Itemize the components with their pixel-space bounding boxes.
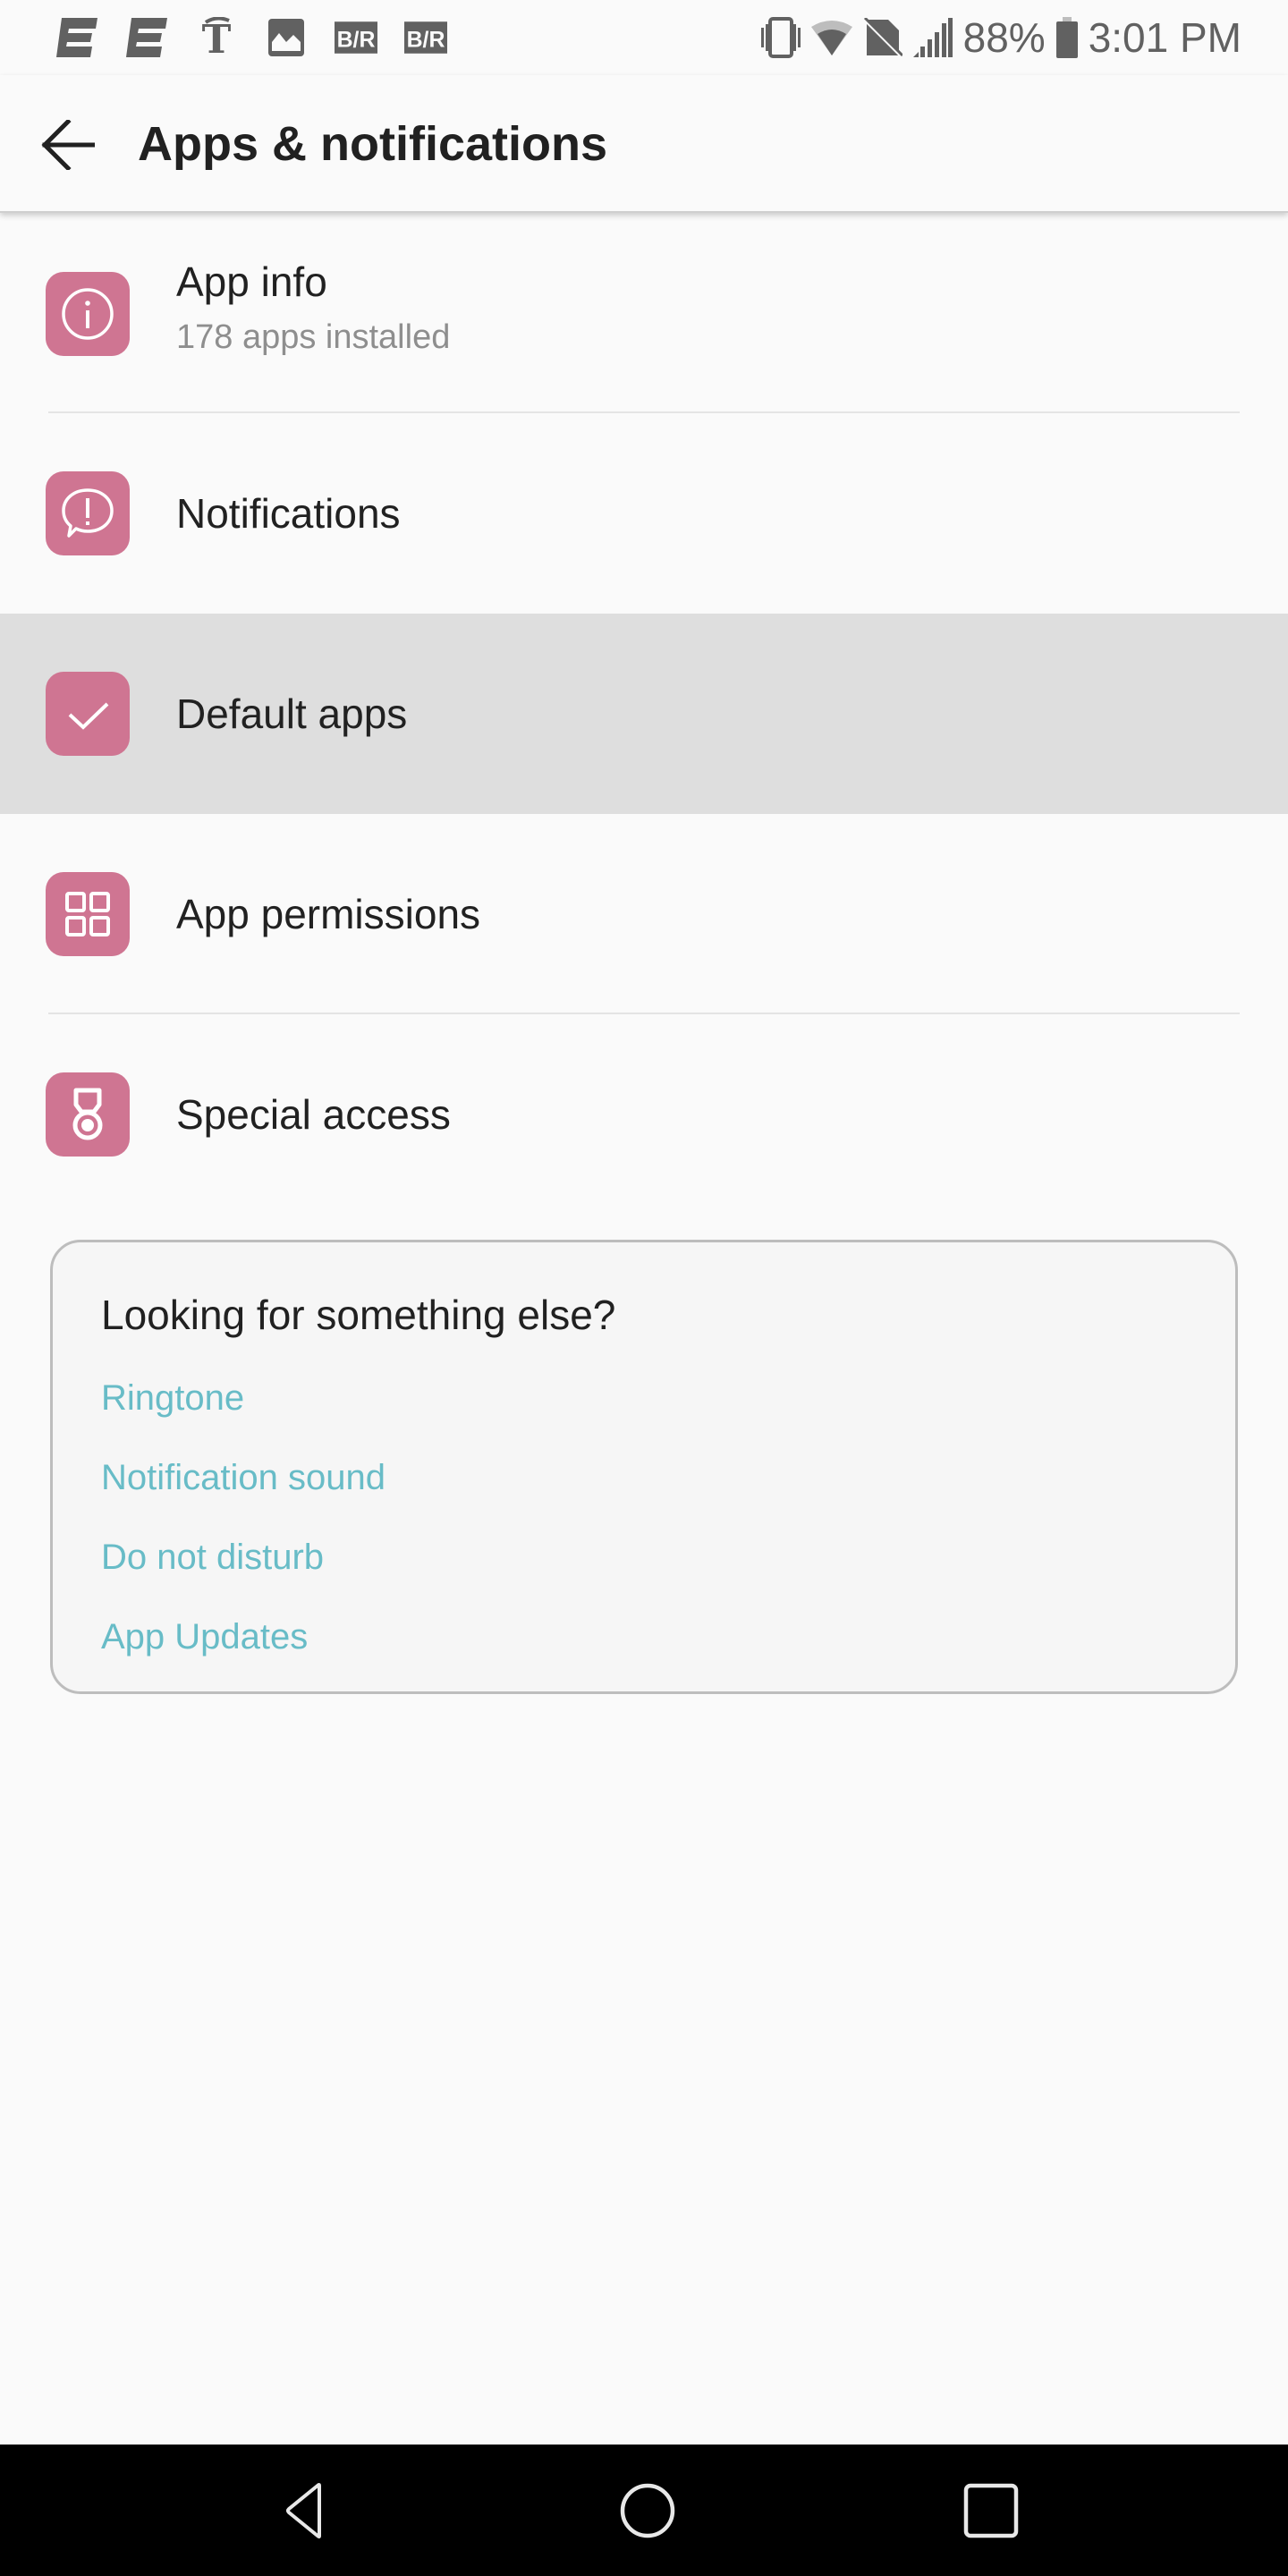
- suggestion-links: Ringtone Notification sound Do not distu…: [101, 1377, 386, 1695]
- item-label: Notifications: [176, 490, 401, 537]
- battery-percent: 88%: [962, 14, 1046, 61]
- svg-text:B/R: B/R: [337, 28, 376, 53]
- nav-recents-button[interactable]: [946, 2471, 1036, 2550]
- link-ringtone[interactable]: Ringtone: [101, 1377, 386, 1456]
- nytimes-icon: T: [195, 17, 238, 58]
- system-status: 88% 3:01 PM: [760, 13, 1241, 63]
- item-label: App info: [176, 258, 327, 305]
- svg-text:T: T: [202, 17, 232, 58]
- grid-icon: [46, 872, 130, 956]
- item-subtitle: 178 apps installed: [176, 318, 451, 356]
- info-icon: [46, 272, 130, 356]
- espn-icon: [125, 18, 168, 57]
- link-app-updates[interactable]: App Updates: [101, 1615, 386, 1695]
- wifi-icon: [810, 20, 852, 55]
- battery-icon: [1055, 17, 1078, 58]
- bleacher-report-icon: B/R: [404, 18, 447, 57]
- item-label: App permissions: [176, 891, 481, 937]
- nav-home-button[interactable]: [603, 2471, 692, 2550]
- list-item-app-permissions[interactable]: App permissions: [0, 814, 1288, 1014]
- no-sim-icon: [862, 18, 902, 57]
- espn-icon: [55, 18, 98, 57]
- arrow-left-icon: [41, 120, 95, 170]
- gallery-icon: [265, 18, 308, 57]
- nav-back-button[interactable]: [262, 2471, 352, 2550]
- page-title: Apps & notifications: [138, 117, 607, 171]
- svg-text:B/R: B/R: [407, 28, 445, 53]
- list-item-default-apps[interactable]: Default apps: [0, 614, 1288, 814]
- back-button[interactable]: [32, 109, 104, 181]
- notification-icons: T B/R B/R: [55, 17, 447, 58]
- list-item-app-info[interactable]: App info 178 apps installed: [0, 215, 1288, 413]
- clock: 3:01 PM: [1088, 14, 1241, 61]
- signal-icon: [912, 18, 953, 57]
- back-icon: [286, 2483, 321, 2538]
- recents-icon: [963, 2483, 1019, 2538]
- list-item-notifications[interactable]: Notifications: [0, 413, 1288, 614]
- check-icon: [46, 672, 130, 756]
- vibrate-icon: [760, 17, 801, 58]
- status-bar: T B/R B/R 88% 3:01 PM: [0, 0, 1288, 75]
- suggestions-title: Looking for something else?: [101, 1292, 616, 1338]
- home-icon: [620, 2483, 675, 2538]
- navigation-bar: [0, 2445, 1288, 2576]
- item-label: Special access: [176, 1091, 451, 1138]
- settings-list: App info 178 apps installed Notification…: [0, 215, 1288, 1215]
- item-label: Default apps: [176, 691, 408, 737]
- list-item-special-access[interactable]: Special access: [0, 1014, 1288, 1215]
- suggestions-card: Looking for something else? Ringtone Not…: [50, 1240, 1238, 1694]
- medal-icon: [46, 1072, 130, 1157]
- app-bar: Apps & notifications: [0, 75, 1288, 213]
- bleacher-report-icon: B/R: [335, 18, 377, 57]
- link-do-not-disturb[interactable]: Do not disturb: [101, 1536, 386, 1615]
- link-notification-sound[interactable]: Notification sound: [101, 1456, 386, 1536]
- chat-alert-icon: [46, 471, 130, 555]
